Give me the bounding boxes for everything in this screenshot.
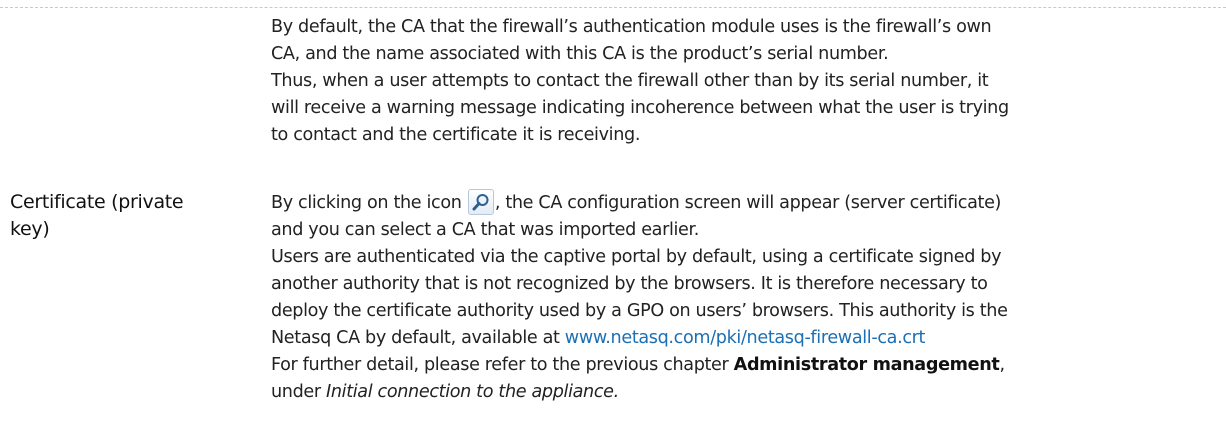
text-line: Thus, when a user attempts to contact th… <box>271 71 989 91</box>
icon-sentence-start: By clicking on the icon <box>271 193 462 213</box>
chapter-reference: Administrator management <box>733 355 1000 375</box>
line-prefix: For further detail, please refer to the … <box>271 355 734 375</box>
text-line: Netasq CA by default, available at www.n… <box>271 325 1216 352</box>
text-line: For further detail, please refer to the … <box>271 352 1216 379</box>
line-suffix: , <box>999 355 1005 375</box>
magnifier-icon[interactable] <box>467 189 494 215</box>
line-prefix: under <box>271 382 327 402</box>
text-line: under Initial connection to the applianc… <box>271 379 1216 406</box>
row-description: By default, the CA that the firewall’s a… <box>271 14 1216 149</box>
text-line: CA, and the name associated with this CA… <box>271 44 889 64</box>
icon-sentence-end: , the CA configuration screen will appea… <box>494 193 1002 213</box>
text-line: Users are authenticated via the captive … <box>271 247 1002 267</box>
text-line: will receive a warning message indicatin… <box>271 98 1009 118</box>
line-prefix: Netasq CA by default, available at <box>271 328 565 348</box>
text-line: and you can select a CA that was importe… <box>271 220 700 240</box>
text-line: deploy the certificate authority used by… <box>271 301 1008 321</box>
section-reference: Initial connection to the appliance. <box>326 382 619 402</box>
term-line: key) <box>10 218 50 240</box>
text-line: to contact and the certificate it is rec… <box>271 125 641 145</box>
term-line: Certificate (private <box>10 191 184 213</box>
row-term: Certificate (private key) <box>10 189 260 243</box>
text-line: another authority that is not recognized… <box>271 274 988 294</box>
text-line: By clicking on the icon , the CA configu… <box>271 189 1216 217</box>
dashed-separator <box>0 7 1226 8</box>
row-description: By clicking on the icon , the CA configu… <box>271 189 1216 406</box>
certificate-download-link[interactable]: www.netasq.com/pki/netasq-firewall-ca.cr… <box>565 328 926 348</box>
text-line: By default, the CA that the firewall’s a… <box>271 17 992 37</box>
